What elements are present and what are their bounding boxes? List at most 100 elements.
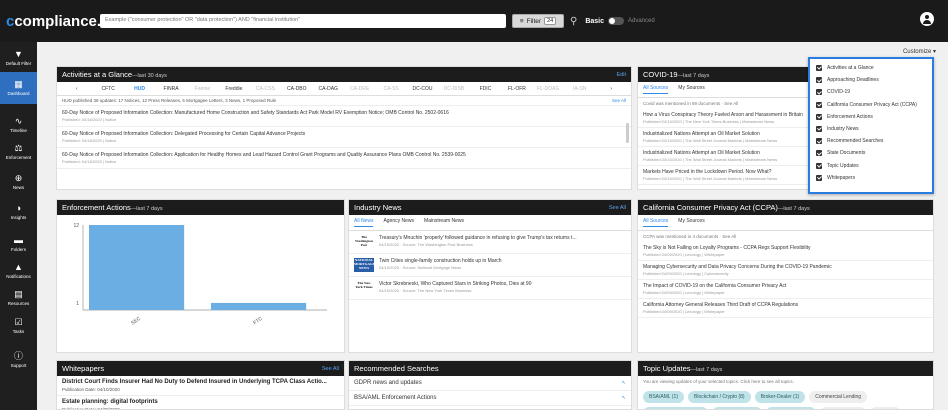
agency-tab[interactable]: DC-DISB <box>438 86 469 92</box>
list-item[interactable]: 60-Day Notice of Proposed Information Co… <box>57 148 631 169</box>
news-title[interactable]: Twin Cities single-family construction h… <box>379 258 502 264</box>
recommended-search-label[interactable]: BSA/AML Enforcement Actions <box>354 395 436 401</box>
filter-button[interactable]: ≡ Filter 24 <box>512 14 564 28</box>
news-item[interactable]: NATIONAL MORTGAGE NEWS Twin Cities single… <box>349 254 631 277</box>
arrow-icon[interactable]: ↖ <box>622 380 626 386</box>
tab-all-sources[interactable]: All Sources <box>643 85 669 94</box>
checkbox-checked-icon[interactable] <box>816 162 822 169</box>
item-title[interactable]: The Sky is Not Falling on Loyalty Progra… <box>643 245 928 251</box>
sidebar-item-enforcement[interactable]: ⚖ Enforcement <box>0 136 37 168</box>
whitepapers-see-all[interactable]: See All <box>322 366 339 372</box>
item-title[interactable]: 60-Day Notice of Proposed Information Co… <box>62 152 626 158</box>
whitepaper-title[interactable]: Estate planning: digital footprints <box>62 399 339 405</box>
agency-tab[interactable]: CA-CSS <box>250 86 281 92</box>
news-title[interactable]: Treasury's Mnuchin 'properly' followed g… <box>379 235 577 241</box>
activities-scrollbar[interactable] <box>626 123 629 143</box>
app-logo[interactable]: ccompliance.ai <box>6 13 114 30</box>
customize-option[interactable]: Recommended Searches <box>816 135 926 147</box>
prev-arrow-icon[interactable]: ‹ <box>61 86 92 92</box>
checkbox-checked-icon[interactable] <box>816 113 822 120</box>
tab-my-sources[interactable]: My Sources <box>678 218 704 227</box>
checkbox-checked-icon[interactable] <box>816 89 822 96</box>
topic-chip[interactable]: Commercial Lending <box>809 391 868 403</box>
tab-all-sources[interactable]: All Sources <box>643 218 669 227</box>
next-arrow-icon[interactable]: › <box>595 86 626 92</box>
user-account-icon[interactable] <box>920 12 934 26</box>
news-item[interactable]: The Washington Post Treasury's Mnuchin 'p… <box>349 231 631 254</box>
agency-tab[interactable]: DC-COU <box>407 86 438 92</box>
list-item[interactable]: 60-Day Notice of Proposed Information Co… <box>57 106 631 127</box>
topic-chip[interactable]: BSA/AML (1) <box>643 391 684 403</box>
sidebar-item-news[interactable]: ⊕ News <box>0 166 37 198</box>
agency-tab[interactable]: FL-OFR <box>501 86 532 92</box>
checkbox-checked-icon[interactable] <box>816 101 822 108</box>
bar-sec[interactable] <box>89 225 185 310</box>
activities-edit-link[interactable]: Edit <box>617 72 626 78</box>
customize-option[interactable]: Whitepapers <box>816 172 926 184</box>
sidebar-item-default-filter[interactable]: ▼ Default Filter <box>0 42 37 74</box>
customize-option[interactable]: State Documents <box>816 147 926 159</box>
customize-option[interactable]: Enforcement Actions <box>816 111 926 123</box>
customize-button[interactable]: Customize ▾ <box>903 48 936 55</box>
agency-tab[interactable]: FINRA <box>155 86 186 92</box>
agency-tab[interactable]: CFTC <box>92 86 123 92</box>
checkbox-checked-icon[interactable] <box>816 150 822 157</box>
recommended-search-label[interactable]: GDPR news and updates <box>354 380 422 386</box>
agency-tab[interactable]: IA-SN <box>564 86 595 92</box>
search-input[interactable]: Example ("consumer protection" OR "data … <box>100 14 506 28</box>
item-title[interactable]: The Impact of COVID-19 on the California… <box>643 283 928 289</box>
tab-agency-news[interactable]: Agency News <box>383 218 414 227</box>
agency-tab[interactable]: FDIC <box>470 86 501 92</box>
industry-see-all[interactable]: See All <box>609 205 626 211</box>
sidebar-item-tasks[interactable]: ☑ Tasks <box>0 310 37 342</box>
item-title[interactable]: 60-Day Notice of Proposed Information Co… <box>62 131 626 137</box>
customize-option[interactable]: Approaching Deadlines <box>816 74 926 86</box>
news-item[interactable]: The New York Times Victor Skrebneski, Who… <box>349 277 631 300</box>
tab-mainstream-news[interactable]: Mainstream News <box>424 218 464 227</box>
agency-tab[interactable]: CA-DRE <box>344 86 375 92</box>
list-item[interactable]: California Attorney General Releases Thi… <box>638 299 933 318</box>
agency-tab[interactable]: HUD <box>124 86 155 92</box>
arrow-icon[interactable]: ↖ <box>622 395 626 401</box>
bar-ftc[interactable] <box>211 302 307 310</box>
checkbox-checked-icon[interactable] <box>816 77 822 84</box>
agency-tab[interactable]: Freddie <box>218 86 249 92</box>
whitepaper-item[interactable]: District Court Finds Insurer Had No Duty… <box>57 376 344 396</box>
checkbox-checked-icon[interactable] <box>816 126 822 133</box>
search-icon[interactable]: ⚲ <box>570 16 577 27</box>
news-title[interactable]: Victor Skrebneski, Who Captured Stars in… <box>379 281 531 287</box>
advanced-toggle[interactable] <box>608 17 625 25</box>
sidebar-item-support[interactable]: ⓘ Support <box>0 344 37 376</box>
whitepaper-title[interactable]: District Court Finds Insurer Had No Duty… <box>62 379 339 385</box>
list-item[interactable]: The Impact of COVID-19 on the California… <box>638 280 933 299</box>
list-item[interactable]: 60-Day Notice of Proposed Information Co… <box>57 127 631 148</box>
list-item[interactable]: Managing Cybersecurity and Data Privacy … <box>638 261 933 280</box>
sidebar-item-dashboard[interactable]: ▦ Dashboard <box>0 72 37 104</box>
tab-all-news[interactable]: All News <box>354 218 374 227</box>
agency-tab[interactable]: CA-DBO <box>281 86 312 92</box>
tab-my-sources[interactable]: My Sources <box>678 85 704 94</box>
checkbox-checked-icon[interactable] <box>816 138 822 145</box>
customize-option[interactable]: Topic Updates <box>816 160 926 172</box>
customize-option[interactable]: California Consumer Privacy Act (CCPA) <box>816 99 926 111</box>
sidebar-item-insights[interactable]: ◑ Insights <box>0 196 37 228</box>
agency-tab[interactable]: FL-DOAG <box>533 86 564 92</box>
recommended-search-item[interactable]: GDPR news and updates ↖ <box>349 376 631 391</box>
activities-see-all[interactable]: See All <box>612 98 626 103</box>
customize-option[interactable]: COVID-19 <box>816 86 926 98</box>
agency-tab[interactable]: CA-SS <box>375 86 406 92</box>
item-title[interactable]: California Attorney General Releases Thi… <box>643 302 928 308</box>
checkbox-checked-icon[interactable] <box>816 65 822 72</box>
item-title[interactable]: Managing Cybersecurity and Data Privacy … <box>643 264 928 270</box>
topic-chip[interactable]: Broker-Dealer (1) <box>754 391 806 403</box>
topic-chip[interactable]: Blockchain / Crypto (8) <box>688 391 751 403</box>
checkbox-checked-icon[interactable] <box>816 174 822 181</box>
customize-option[interactable]: Activities at a Glance <box>816 62 926 74</box>
customize-option[interactable]: Industry News <box>816 123 926 135</box>
recommended-search-item[interactable]: BSA/AML Enforcement Actions ↖ <box>349 391 631 406</box>
agency-tab[interactable]: Fannie <box>187 86 218 92</box>
item-title[interactable]: 60-Day Notice of Proposed Information Co… <box>62 110 626 116</box>
list-item[interactable]: The Sky is Not Falling on Loyalty Progra… <box>638 242 933 261</box>
agency-tab[interactable]: CA-DAG <box>313 86 344 92</box>
recommended-search-item[interactable]: Cybersecurity-related Whitepapers↖ <box>349 406 631 409</box>
